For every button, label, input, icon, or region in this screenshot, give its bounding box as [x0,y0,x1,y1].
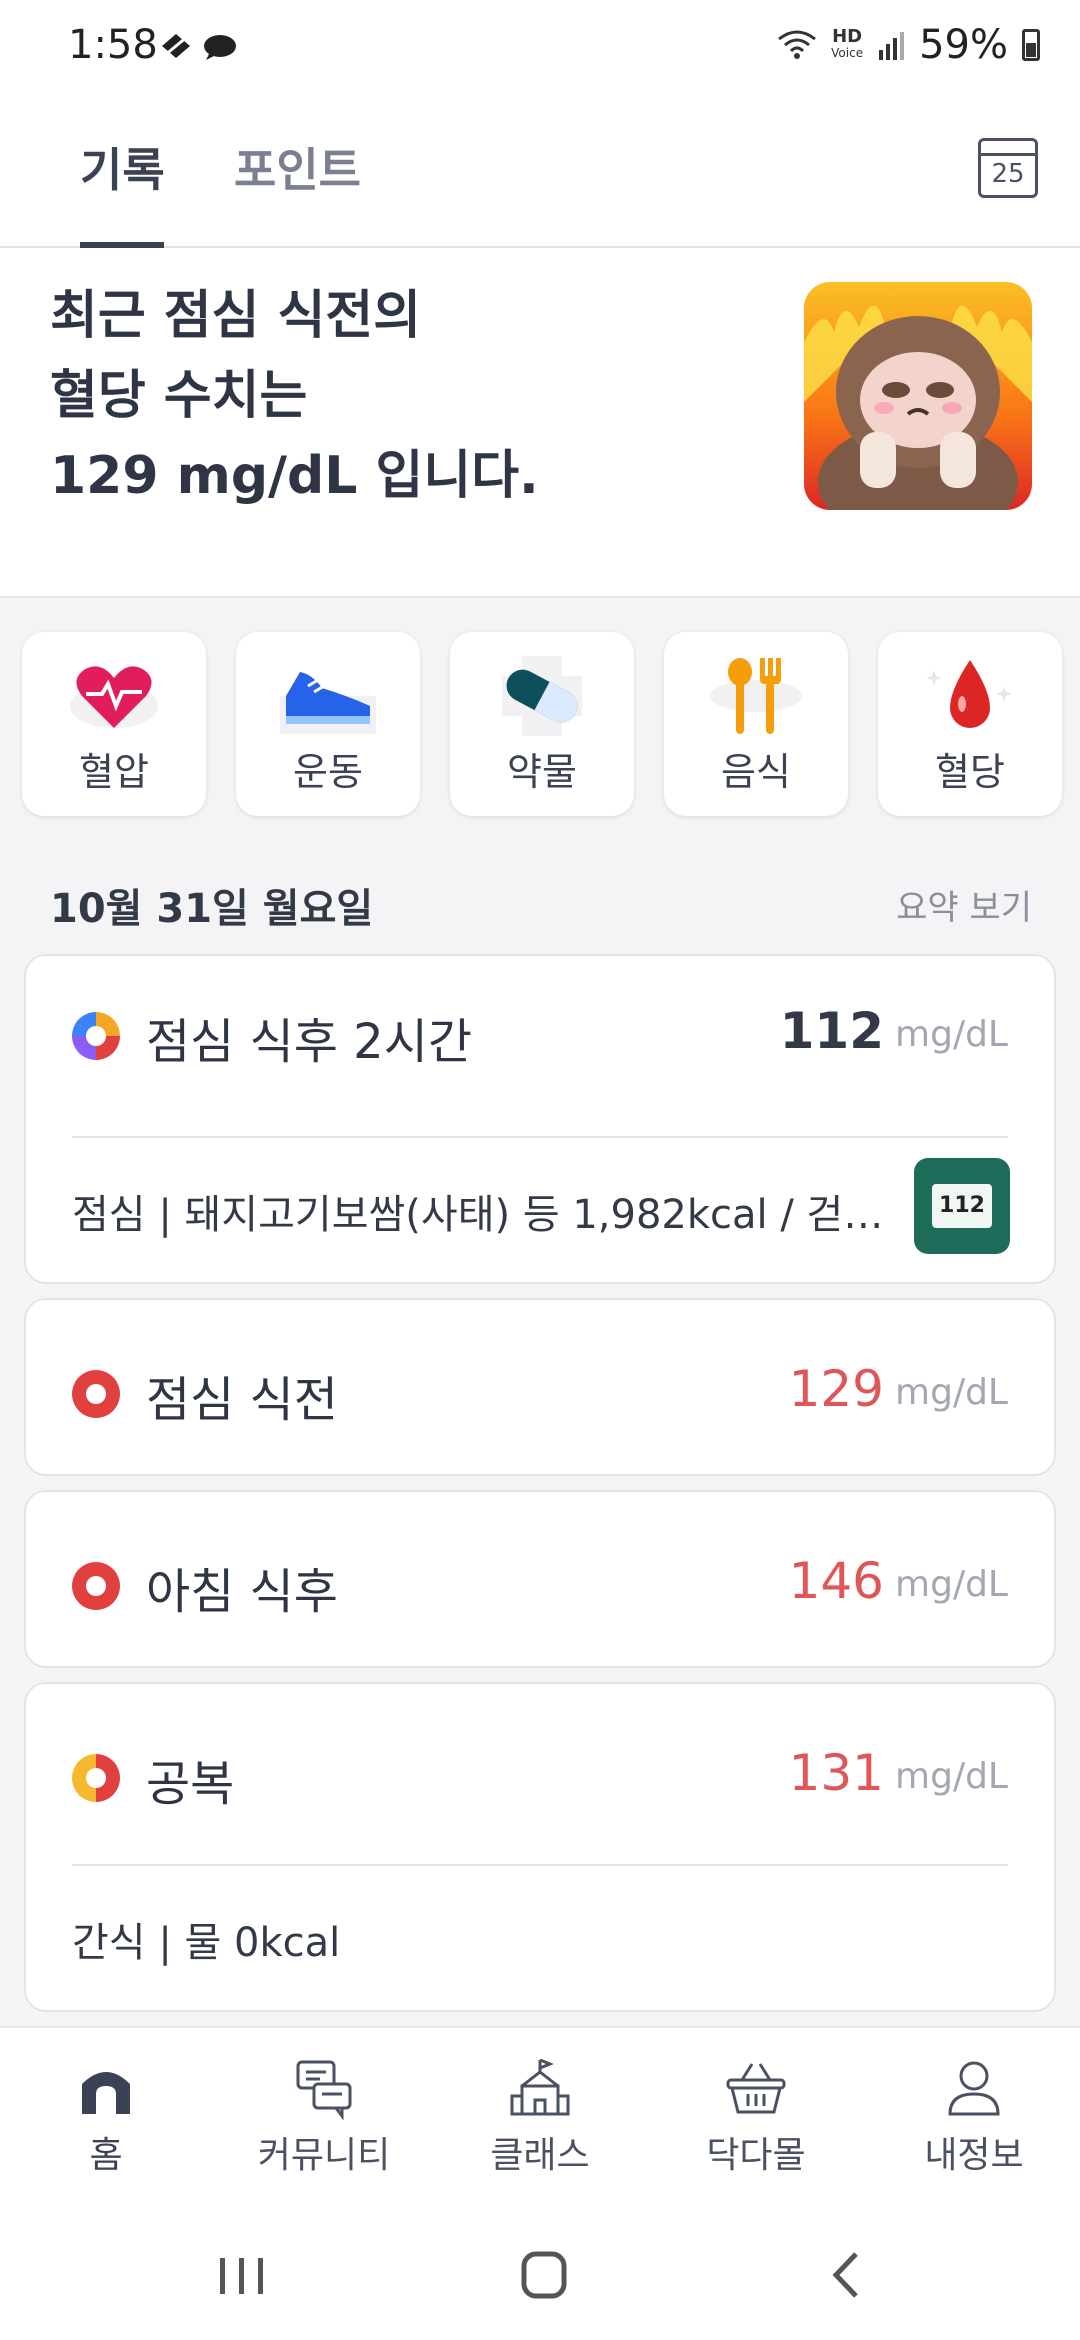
category-blood-sugar[interactable]: 혈당 [878,632,1062,816]
glucose-value: 131 [788,1744,884,1802]
sneaker-icon [280,672,376,734]
active-tab-indicator [80,242,164,248]
category-blood-pressure[interactable]: 혈압 [22,632,206,816]
record-title: 아침 식후 [146,1564,338,1620]
high-status-icon [72,1370,120,1418]
person-icon [948,2061,1000,2116]
summary-link[interactable]: 요약 보기 [896,880,1032,929]
glucose-value: 146 [788,1552,884,1610]
recent-apps-button[interactable] [182,2240,302,2310]
basket-icon [726,2063,786,2114]
category-label: 혈압 [79,750,149,794]
bottom-navigation: 홈 커뮤니티 클래스 닥다몰 내정보 [0,2026,1080,2210]
category-label: 약물 [507,750,577,794]
top-tabs: 기록 포인트 25 [0,100,1080,248]
nav-class[interactable]: 클래스 [450,2056,630,2178]
spoon-fork-icon [710,658,802,734]
category-food[interactable]: 음식 [664,632,848,816]
home-icon [82,2072,130,2114]
home-button[interactable] [484,2240,604,2310]
glucose-unit: mg/dL [895,1014,1008,1055]
hero-message: 최근 점심 식전의 혈당 수치는 129 mg/dL 입니다. [50,286,539,506]
glucose-summary-hero: 최근 점심 식전의 혈당 수치는 129 mg/dL 입니다. [0,250,1080,596]
record-title: 점심 식후 2시간 [146,1014,473,1070]
category-shortcuts: 혈압 운동 약물 음식 혈당 [22,632,1062,816]
wifi-icon [778,30,817,59]
calendar-button[interactable]: 25 [978,138,1038,198]
system-navigation-bar [0,2210,1080,2340]
notification-app-icon [162,34,190,58]
notification-icons [158,30,238,62]
category-label: 운동 [293,750,363,794]
glucose-value: 129 [788,1360,884,1418]
category-label: 혈당 [935,750,1005,794]
meal-summary: 간식 | 물 0kcal [72,1920,341,1966]
school-icon [510,2058,570,2116]
nav-mall[interactable]: 닥다몰 [666,2056,846,2178]
chat-icon [296,2060,352,2120]
record-card[interactable]: 점심 식전 129 mg/dL [24,1298,1056,1476]
category-medication[interactable]: 약물 [450,632,634,816]
back-button[interactable] [786,2240,906,2310]
battery-percent: 59% [919,22,1008,68]
glucose-meter-thumbnail[interactable]: 112 [914,1158,1010,1254]
blood-drop-icon [926,660,1012,728]
status-bar: 1:58 HD Voice 59% [0,0,1080,100]
status-right: HD Voice 59% [777,22,1040,68]
category-label: 음식 [721,750,791,794]
tab-points[interactable]: 포인트 [234,134,361,200]
sloth-mascot-image [804,282,1032,510]
category-exercise[interactable]: 운동 [236,632,420,816]
hd-voice-indicator: HD Voice [831,26,864,61]
nav-community[interactable]: 커뮤니티 [234,2056,414,2178]
record-card[interactable]: 아침 식후 146 mg/dL [24,1490,1056,1668]
record-date: 10월 31일 월요일 [50,886,374,932]
fasting-status-icon [72,1754,120,1802]
status-time: 1:58 [68,22,158,68]
heart-pulse-icon [70,666,158,728]
record-title: 공복 [146,1756,235,1812]
meal-status-icon [72,1012,120,1060]
battery-icon [1022,29,1040,61]
glucose-unit: mg/dL [895,1564,1008,1605]
record-title: 점심 식전 [146,1372,338,1428]
glucose-unit: mg/dL [895,1372,1008,1413]
high-status-icon [72,1562,120,1610]
meter-reading: 112 [932,1184,992,1228]
card-divider [72,1864,1008,1866]
card-divider [72,1136,1008,1138]
meal-summary: 점심 | 돼지고기보쌈(사태) 등 1,982kcal / 걷… [72,1192,884,1238]
glucose-unit: mg/dL [895,1756,1008,1797]
signal-icon [879,32,905,60]
nav-home[interactable]: 홈 [16,2056,196,2178]
nav-my-info[interactable]: 내정보 [884,2056,1064,2178]
cloud-icon [204,35,236,60]
record-card[interactable]: 점심 식후 2시간 112 mg/dL 점심 | 돼지고기보쌈(사태) 등 1,… [24,954,1056,1284]
calendar-day: 25 [991,159,1025,189]
tab-records[interactable]: 기록 [80,134,165,200]
glucose-value: 112 [779,1002,884,1060]
pill-icon [502,656,582,736]
record-card[interactable]: 공복 131 mg/dL 간식 | 물 0kcal [24,1682,1056,2012]
